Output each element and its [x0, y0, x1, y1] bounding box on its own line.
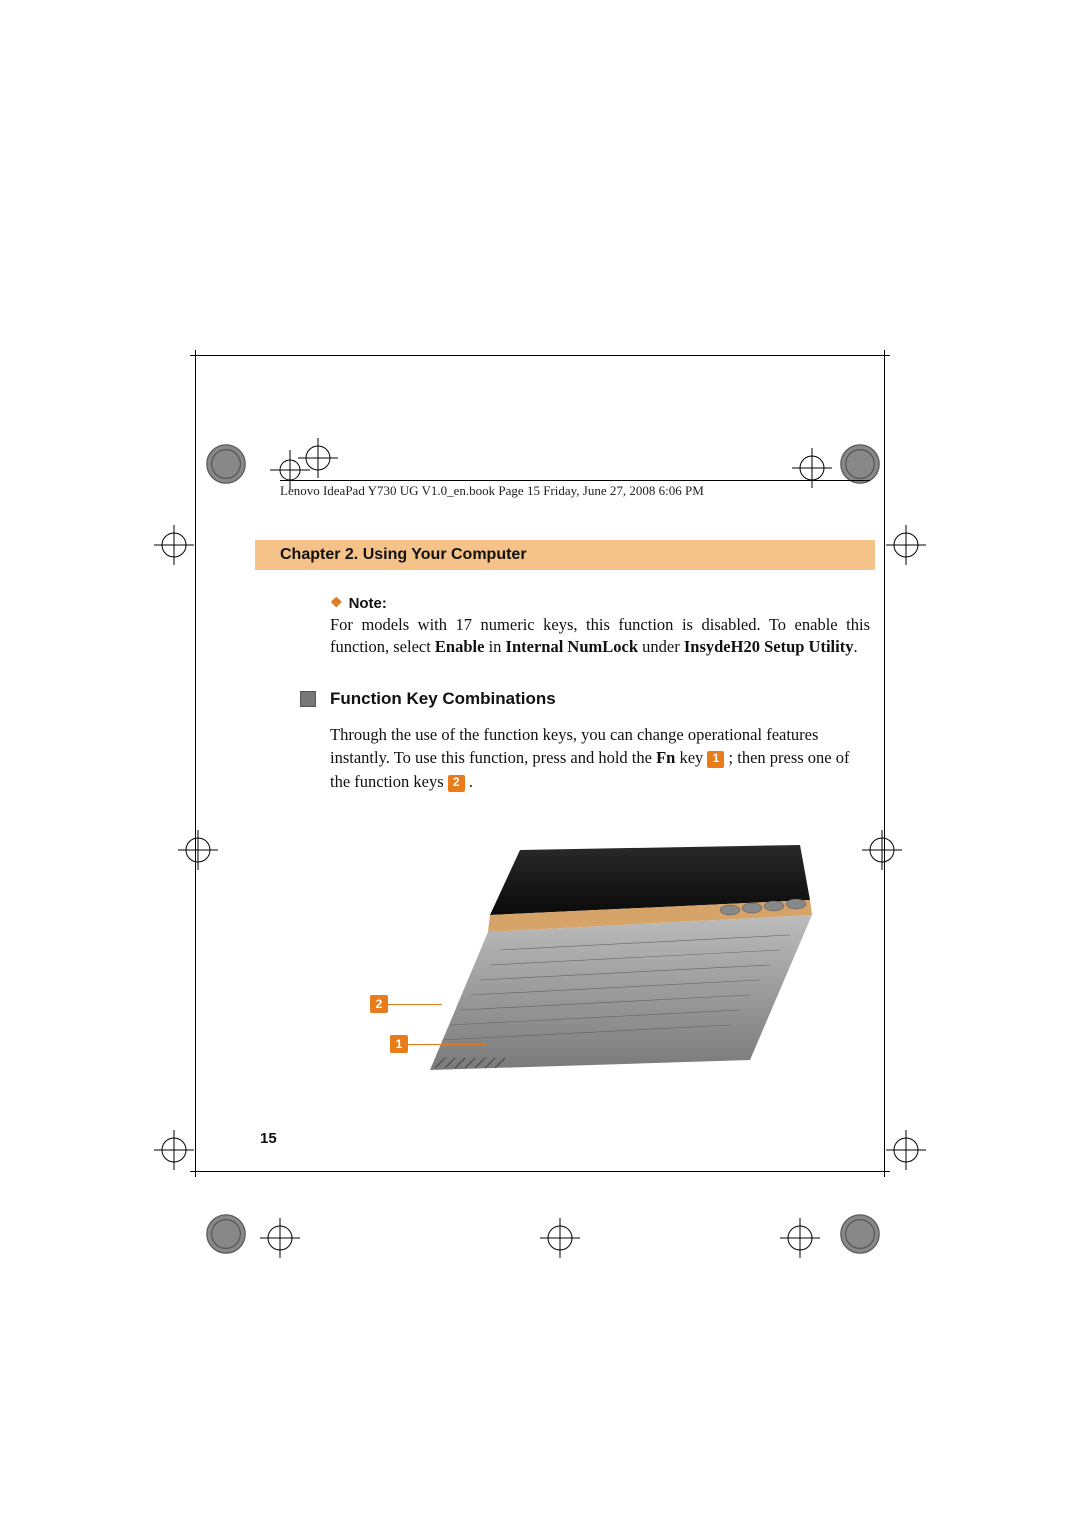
section-body: Through the use of the function keys, yo… [330, 723, 870, 795]
reg-cross-icon [260, 1218, 300, 1258]
callout-box-1-icon: 1 [390, 1035, 408, 1053]
note-text: in [484, 637, 505, 656]
reg-solid-icon [202, 1210, 250, 1258]
section-title: Function Key Combinations [330, 689, 556, 709]
crop-line-right [884, 350, 885, 1177]
header-text: Lenovo IdeaPad Y730 UG V1.0_en.book Page… [280, 483, 704, 498]
callout-line-icon [408, 1044, 486, 1045]
reg-cross-icon [178, 830, 218, 870]
crop-line-bottom [190, 1171, 890, 1172]
note-body: For models with 17 numeric keys, this fu… [330, 614, 870, 659]
note-bold: Internal NumLock [506, 637, 638, 656]
reg-cross-icon [886, 1130, 926, 1170]
section-heading-row: Function Key Combinations [330, 689, 870, 709]
section-text: key [675, 748, 707, 767]
reg-cross-icon [154, 1130, 194, 1170]
reg-solid-icon [836, 1210, 884, 1258]
figure-callout-1: 1 [390, 1035, 486, 1053]
crop-line-left [195, 350, 196, 1177]
note-heading: ❖ Note: [330, 595, 870, 612]
note-bold: Enable [435, 637, 485, 656]
reg-cross-icon [862, 830, 902, 870]
callout-line-icon [388, 1004, 442, 1005]
chapter-title: Chapter 2. Using Your Computer [280, 546, 527, 564]
page-header: Lenovo IdeaPad Y730 UG V1.0_en.book Page… [280, 480, 870, 499]
callout-2-icon: 2 [448, 775, 465, 792]
diamond-icon: ❖ [330, 594, 343, 610]
chapter-title-bar: Chapter 2. Using Your Computer [255, 540, 875, 570]
reg-cross-icon [540, 1218, 580, 1258]
note-text: under [638, 637, 684, 656]
fn-key-label: Fn [656, 748, 675, 767]
laptop-figure: 2 1 [370, 840, 820, 1080]
section-text: . [465, 772, 473, 791]
reg-cross-icon [154, 525, 194, 565]
callout-1-icon: 1 [707, 751, 724, 768]
page-content: ❖ Note: For models with 17 numeric keys, … [330, 595, 870, 794]
figure-callout-2: 2 [370, 995, 442, 1013]
laptop-illustration [430, 840, 820, 1080]
reg-cross-icon [886, 525, 926, 565]
callout-box-2-icon: 2 [370, 995, 388, 1013]
note-bold: InsydeH20 Setup Utility [684, 637, 854, 656]
reg-solid-icon [202, 440, 250, 488]
note-text: . [853, 637, 857, 656]
square-bullet-icon [300, 691, 316, 707]
reg-cross-icon [780, 1218, 820, 1258]
reg-cross-icon [298, 438, 338, 478]
page-number: 15 [260, 1130, 277, 1147]
note-label: Note: [349, 595, 387, 612]
crop-line-top [190, 355, 890, 356]
